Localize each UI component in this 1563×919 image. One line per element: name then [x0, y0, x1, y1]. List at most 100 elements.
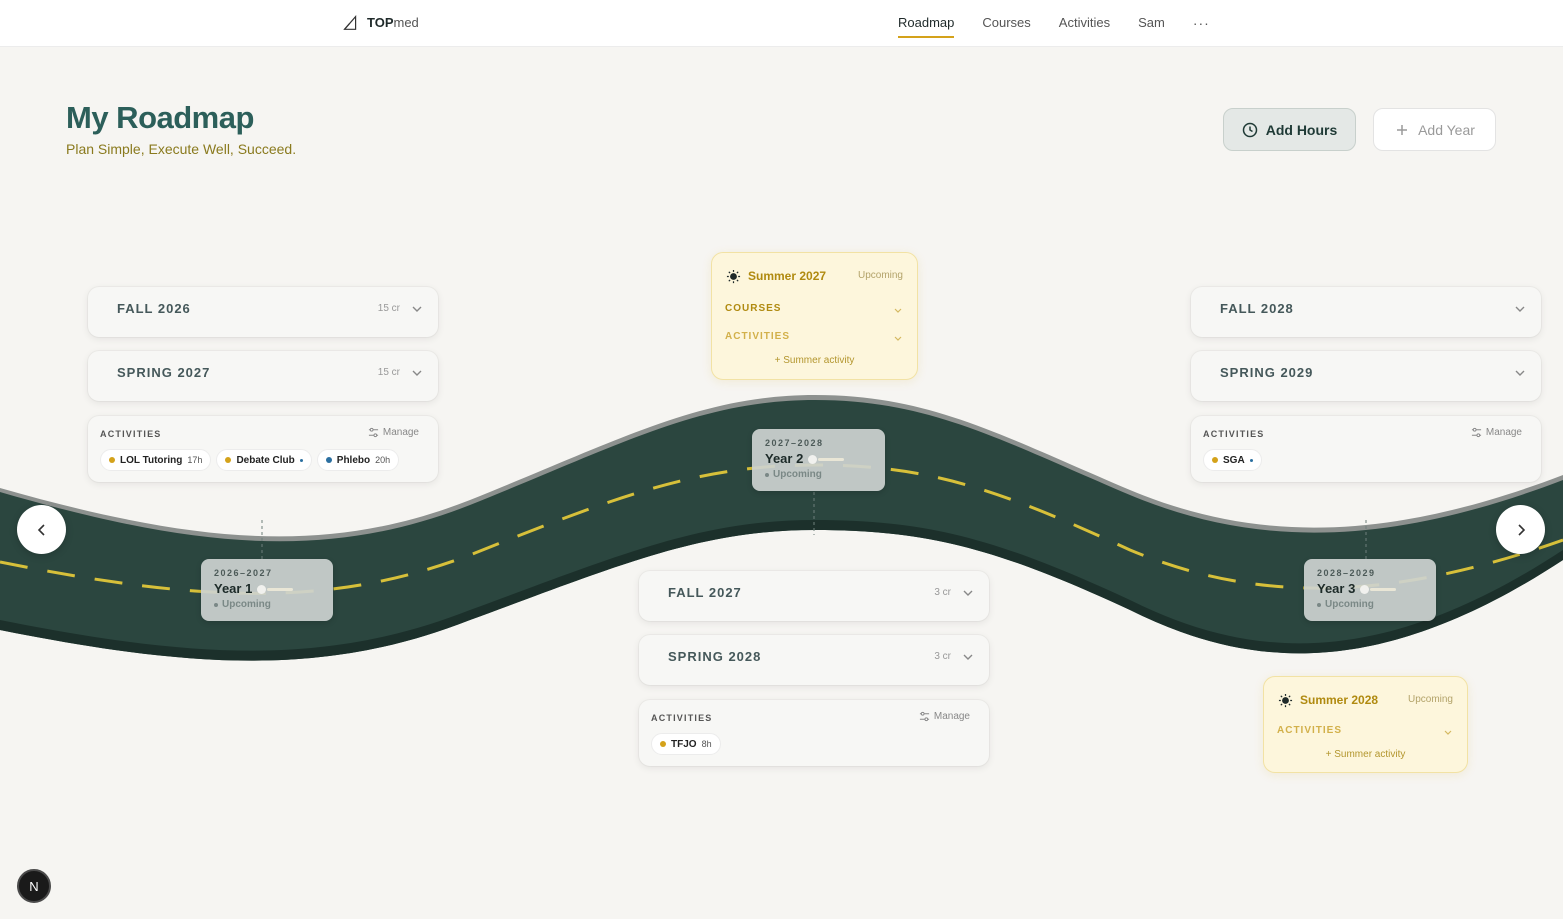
chip-name: LOL Tutoring	[120, 454, 183, 466]
term-card-fall-2028[interactable]: FALL 2028	[1191, 287, 1541, 337]
year-status: Upcoming	[765, 469, 822, 480]
chip-name: Phlebo	[336, 454, 371, 466]
prev-year-button[interactable]	[17, 505, 66, 554]
chip-name: TFJO	[671, 738, 697, 750]
add-summer-activity[interactable]: + Summer activity	[1264, 749, 1467, 760]
activity-chips: LOL Tutoring 17h Debate Club Phlebo 20h	[100, 449, 400, 471]
manage-button[interactable]: Manage	[1471, 427, 1522, 438]
add-hours-button[interactable]: Add Hours	[1223, 108, 1356, 151]
status-dot	[109, 457, 115, 463]
lane-dash	[818, 458, 844, 461]
summer-status: Upcoming	[857, 270, 903, 281]
activity-chip[interactable]: Debate Club	[216, 449, 312, 471]
year-badge-3[interactable]: 2028–2029 Year 3 Upcoming	[1304, 559, 1436, 621]
page-title: My Roadmap	[66, 100, 254, 135]
status-dot	[325, 457, 332, 463]
year-name: Year 3	[1317, 581, 1356, 596]
term-card-fall-2027[interactable]: FALL 2027 3 cr	[639, 571, 989, 621]
summer-card-2027: Summer 2027 Upcoming COURSES ACTIVITIES …	[711, 252, 918, 380]
logo-icon	[343, 14, 357, 30]
sun-icon	[1278, 693, 1293, 708]
activity-chip[interactable]: TFJO 8h	[651, 733, 721, 755]
clock-icon	[1242, 122, 1257, 137]
next-year-button[interactable]	[1496, 505, 1545, 554]
activity-chip[interactable]: SGA	[1203, 449, 1262, 471]
year-range: 2026–2027	[214, 568, 273, 578]
status-dot	[225, 457, 232, 463]
dev-tools-badge[interactable]: N	[17, 869, 51, 903]
year-badge-1[interactable]: 2026–2027 Year 1 Upcoming	[201, 559, 333, 621]
sun-icon	[726, 269, 741, 284]
chip-hours: 20h	[375, 455, 391, 465]
indicator-dot	[299, 458, 303, 462]
nav-user[interactable]: Sam	[1138, 15, 1165, 38]
term-card-fall-2026[interactable]: FALL 2026 15 cr	[88, 287, 438, 337]
term-card-spring-2028[interactable]: SPRING 2028 3 cr	[639, 635, 989, 685]
year-name: Year 1	[214, 581, 253, 596]
chip-name: Debate Club	[236, 454, 295, 466]
chevron-down-icon[interactable]	[893, 333, 903, 343]
chevron-down-icon[interactable]	[961, 650, 975, 664]
nav-activities[interactable]: Activities	[1059, 15, 1110, 38]
status-dot	[1212, 457, 1218, 463]
activities-heading: ACTIVITIES	[651, 713, 713, 723]
chevron-down-icon[interactable]	[1513, 302, 1527, 316]
sliders-icon	[919, 711, 929, 722]
nav-roadmap[interactable]: Roadmap	[898, 15, 955, 38]
road-knob	[1360, 585, 1369, 594]
lane-dash	[267, 588, 293, 591]
term-name: FALL 2026	[117, 301, 191, 316]
chip-hours: 8h	[701, 739, 712, 749]
term-credits: 3 cr	[934, 587, 951, 598]
year-range: 2027–2028	[765, 438, 824, 448]
manage-button[interactable]: Manage	[368, 427, 419, 438]
chevron-down-icon[interactable]	[961, 586, 975, 600]
activity-chip[interactable]: LOL Tutoring 17h	[100, 449, 212, 471]
summer-activities-toggle[interactable]: ACTIVITIES	[1277, 725, 1342, 736]
year-status: Upcoming	[1317, 599, 1374, 610]
year-status-label: Upcoming	[773, 469, 822, 480]
nav-courses[interactable]: Courses	[982, 15, 1030, 38]
chevron-down-icon[interactable]	[893, 305, 903, 315]
manage-label: Manage	[1485, 427, 1522, 438]
sliders-icon	[1471, 427, 1481, 438]
summer-activities-toggle[interactable]: ACTIVITIES	[725, 331, 790, 342]
term-card-spring-2027[interactable]: SPRING 2027 15 cr	[88, 351, 438, 401]
activities-heading: ACTIVITIES	[100, 429, 162, 439]
year-name: Year 2	[765, 451, 804, 466]
road-knob	[808, 455, 817, 464]
chevron-down-icon[interactable]	[1443, 727, 1453, 737]
add-year-label: Add Year	[1418, 121, 1475, 138]
activities-heading: ACTIVITIES	[1203, 429, 1265, 439]
term-card-spring-2029[interactable]: SPRING 2029	[1191, 351, 1541, 401]
nav-links: Roadmap Courses Activities Sam ···	[898, 15, 1210, 38]
more-icon[interactable]: ···	[1193, 15, 1210, 38]
chevron-down-icon[interactable]	[410, 366, 424, 380]
year-range: 2028–2029	[1317, 568, 1376, 578]
activity-chips: SGA	[1203, 449, 1262, 471]
term-name: SPRING 2028	[668, 649, 762, 664]
plus-icon	[1397, 124, 1408, 135]
term-name: SPRING 2029	[1220, 365, 1314, 380]
activities-card-year1: ACTIVITIES Manage LOL Tutoring 17h Debat…	[88, 416, 438, 482]
chevron-left-icon	[37, 523, 45, 536]
manage-button[interactable]: Manage	[919, 711, 970, 722]
activity-chip[interactable]: Phlebo 20h	[316, 449, 400, 471]
year-status-label: Upcoming	[1325, 599, 1374, 610]
chip-hours: 17h	[187, 455, 203, 465]
brand[interactable]: TOPmed	[342, 14, 419, 31]
term-credits: 3 cr	[934, 651, 951, 662]
road-knob	[257, 585, 266, 594]
add-year-button[interactable]: Add Year	[1373, 108, 1496, 151]
chevron-down-icon[interactable]	[1513, 366, 1527, 380]
summer-title: Summer 2028	[1300, 693, 1379, 707]
chevron-down-icon[interactable]	[410, 302, 424, 316]
summer-courses-toggle[interactable]: COURSES	[725, 303, 781, 314]
year-status: Upcoming	[214, 599, 271, 610]
year-status-label: Upcoming	[222, 599, 271, 610]
term-name: SPRING 2027	[117, 365, 211, 380]
sliders-icon	[368, 427, 378, 438]
status-dot	[660, 741, 666, 747]
year-badge-2[interactable]: 2027–2028 Year 2 Upcoming	[752, 429, 885, 491]
add-summer-activity[interactable]: + Summer activity	[712, 355, 917, 366]
